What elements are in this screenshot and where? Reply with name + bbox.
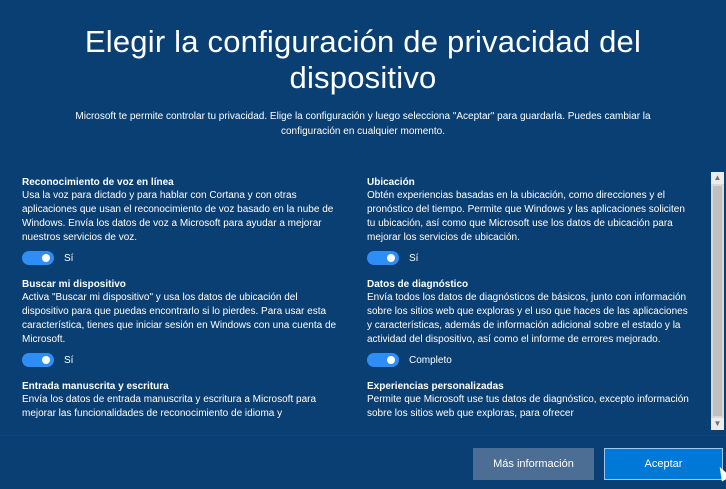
find-my-device-toggle[interactable]: [22, 353, 54, 367]
setting-title: Reconocimiento de voz en línea: [22, 177, 174, 188]
setting-title: Experiencias personalizadas: [367, 381, 504, 392]
toggle-knob: [387, 254, 395, 262]
toggle-state-label: Sí: [64, 354, 74, 366]
setting-title: Ubicación: [367, 177, 415, 188]
toggle-row: Sí: [367, 250, 689, 266]
settings-scroll-area[interactable]: Reconocimiento de voz en línea Usa la vo…: [22, 170, 712, 426]
scroll-down-icon[interactable]: ▼: [711, 418, 724, 430]
setting-title: Buscar mi dispositivo: [22, 279, 126, 290]
scrollbar-thumb[interactable]: [713, 186, 722, 416]
setting-title: Entrada manuscrita y escritura: [22, 381, 169, 392]
toggle-knob: [42, 356, 50, 364]
settings-column-left: Reconocimiento de voz en línea Usa la vo…: [22, 176, 344, 426]
setting-tailored-experiences: Experiencias personalizadas Permite que …: [367, 380, 689, 421]
toggle-knob: [387, 356, 395, 364]
toggle-state-label: Sí: [409, 252, 419, 264]
setting-online-speech: Reconocimiento de voz en línea Usa la vo…: [22, 176, 344, 266]
diagnostic-data-toggle[interactable]: [367, 353, 399, 367]
page-subtitle: Microsoft te permite controlar tu privac…: [75, 111, 651, 137]
setting-description: Envía todos los datos de diagnósticos de…: [367, 292, 688, 345]
setting-description: Envía los datos de entrada manuscrita y …: [22, 394, 317, 419]
setting-location: Ubicación Obtén experiencias basadas en …: [367, 176, 689, 266]
more-info-button[interactable]: Más información: [473, 448, 594, 480]
online-speech-toggle[interactable]: [22, 251, 54, 265]
scroll-up-icon[interactable]: ▲: [711, 172, 724, 184]
settings-column-right: Ubicación Obtén experiencias basadas en …: [367, 176, 689, 426]
location-toggle[interactable]: [367, 251, 399, 265]
setting-inking-typing: Entrada manuscrita y escritura Envía los…: [22, 380, 344, 421]
setting-title: Datos de diagnóstico: [367, 279, 469, 290]
toggle-knob: [42, 254, 50, 262]
setting-description: Permite que Microsoft use tus datos de d…: [367, 394, 689, 419]
toggle-row: Sí: [22, 352, 344, 368]
accept-button[interactable]: Aceptar: [604, 448, 723, 480]
setting-description: Usa la voz para dictado y para hablar co…: [22, 190, 334, 243]
setting-description: Activa "Buscar mi dispositivo" y usa los…: [22, 292, 337, 345]
footer-divider: [0, 435, 726, 436]
vertical-scrollbar[interactable]: ▲ ▼: [711, 172, 724, 430]
page-title: Elegir la configuración de privacidad de…: [84, 24, 642, 95]
toggle-row: Completo: [367, 352, 689, 368]
toggle-row: Sí: [22, 250, 344, 266]
setting-description: Obtén experiencias basadas en la ubicaci…: [367, 190, 685, 243]
toggle-state-label: Sí: [64, 252, 74, 264]
setting-diagnostic-data: Datos de diagnóstico Envía todos los dat…: [367, 278, 689, 368]
setting-find-my-device: Buscar mi dispositivo Activa "Buscar mi …: [22, 278, 344, 368]
toggle-state-label: Completo: [409, 354, 452, 366]
